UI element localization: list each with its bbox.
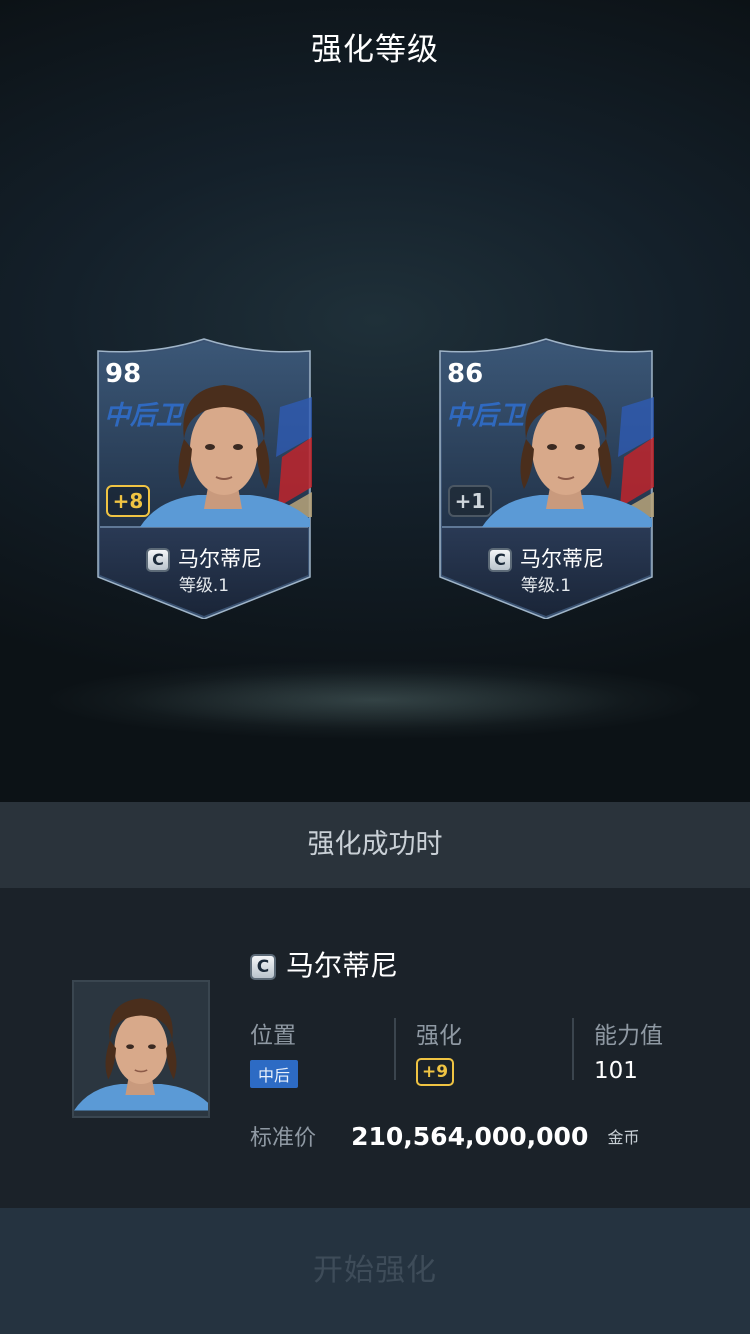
card-rating: 86 — [447, 359, 484, 389]
card-player-name: 马尔蒂尼 — [520, 547, 604, 571]
price-row: 标准价 210,564,000,000 金币 — [250, 1120, 639, 1152]
class-c-icon: C — [488, 548, 512, 572]
stat-divider — [394, 1018, 396, 1080]
start-enhance-button[interactable]: 开始强化 — [0, 1208, 750, 1334]
stat-ability-label: 能力值 — [594, 1023, 663, 1049]
stat-enhance-label: 强化 — [416, 1023, 462, 1049]
detail-player-name: 马尔蒂尼 — [286, 949, 399, 982]
player-portrait — [74, 987, 208, 1111]
price-value: 210,564,000,000 — [351, 1121, 589, 1151]
enhance-badge: +9 — [416, 1058, 454, 1086]
card-name-row: C 马尔蒂尼 — [436, 543, 656, 573]
card-stage: 强化等级 中后卫 98 +8 C 马尔蒂尼 等级.1 中后卫 86 +1 C 马… — [0, 0, 750, 802]
stat-position: 位置 中后 — [250, 1016, 299, 1088]
result-detail-panel: C 马尔蒂尼 位置 中后 强化 +9 能力值 101 标准价 210,564,00… — [0, 888, 750, 1208]
player-portrait — [482, 385, 652, 527]
section-title-on-success: 强化成功时 — [0, 802, 750, 888]
card-player-name: 马尔蒂尼 — [178, 547, 262, 571]
stat-divider — [572, 1018, 574, 1080]
card-grade-badge: +1 — [448, 485, 492, 517]
card-name-row: C 马尔蒂尼 — [94, 543, 314, 573]
class-c-icon: C — [250, 954, 276, 980]
card-rating: 98 — [105, 359, 142, 389]
stage-floor-glow — [40, 660, 710, 740]
current-player-card[interactable]: 中后卫 98 +8 C 马尔蒂尼 等级.1 — [94, 337, 314, 619]
price-label: 标准价 — [250, 1126, 317, 1151]
detail-player-name-row: C 马尔蒂尼 — [250, 944, 398, 984]
position-tag: 中后 — [250, 1060, 299, 1088]
ability-value: 101 — [594, 1058, 638, 1084]
stat-enhance: 强化 +9 — [416, 1016, 462, 1086]
card-level: 等级.1 — [178, 576, 230, 596]
class-c-icon: C — [146, 548, 170, 572]
player-portrait — [140, 385, 310, 527]
price-unit: 金币 — [607, 1128, 640, 1147]
stat-ability: 能力值 101 — [594, 1016, 663, 1084]
player-thumbnail — [72, 980, 210, 1118]
card-level: 等级.1 — [520, 576, 572, 596]
page-title: 强化等级 — [311, 32, 439, 68]
stat-position-label: 位置 — [250, 1023, 296, 1049]
material-player-card[interactable]: 中后卫 86 +1 C 马尔蒂尼 等级.1 — [436, 337, 656, 619]
card-grade-badge: +8 — [106, 485, 150, 517]
